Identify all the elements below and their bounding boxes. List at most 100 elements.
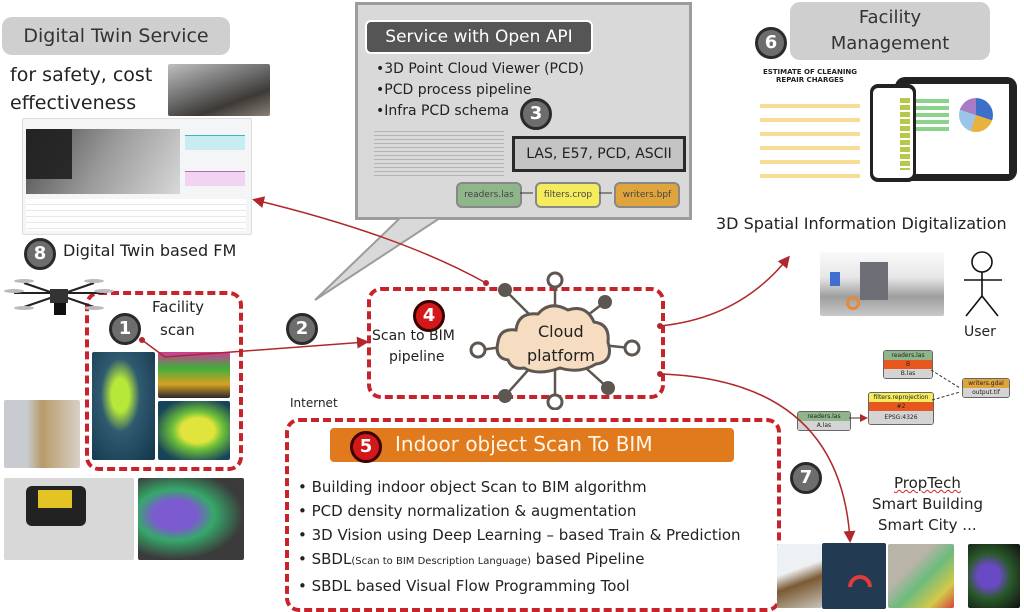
city-donut-widget: [846, 296, 860, 310]
cloud-label-2: platform: [527, 346, 595, 365]
flow-node-writer-gdal: writers.gdal output.tif: [962, 378, 1010, 398]
point-cloud-interior: [158, 352, 230, 398]
iot-device-photo: [777, 544, 822, 608]
flow-node-mid: B: [884, 360, 932, 369]
sbdl-prefix: SBDL: [311, 550, 352, 568]
flow-node-foot: B.las: [884, 369, 932, 378]
flow-node-foot: A.las: [798, 421, 850, 430]
step-badge-7: 7: [790, 462, 822, 494]
smart-building-label: Smart Building: [872, 495, 983, 513]
slam-map-photo: [138, 478, 244, 560]
drone-icon: [4, 279, 114, 315]
arrow-cloud-to-facility: [659, 255, 790, 327]
collapsed-building-photo: [168, 64, 270, 116]
pipeline-node-filter: filters.crop: [535, 182, 601, 208]
city-building-block: [860, 262, 888, 300]
dashboard-layer-panel: [26, 129, 72, 179]
cleaning-estimate-document: ESTIMATE OF CLEANING REPAIR CHARGES: [760, 68, 860, 198]
flow-node-title: filters.reprojection: [869, 393, 933, 402]
flow-edge: [931, 391, 961, 401]
indoor-bullet-text: Building indoor object Scan to BIM algor…: [311, 478, 647, 496]
digital-twin-dashboard-screenshot: [22, 118, 252, 235]
facility-scan-title-2: scan: [160, 321, 195, 339]
flow-node-title: writers.gdal: [963, 379, 1009, 388]
satellite-city-photo: [968, 544, 1020, 608]
indoor-bullet: • PCD density normalization & augmentati…: [298, 502, 637, 520]
node-dot: [498, 283, 512, 297]
open-api-bullet: •PCD process pipeline: [376, 82, 532, 98]
step-badge-6: 6: [755, 27, 787, 59]
indoor-scan-title: Indoor object Scan To BIM: [395, 432, 653, 456]
flow-node-readers-b: readers.las B B.las: [883, 350, 933, 379]
pipeline-node-reader: readers.las: [456, 182, 522, 208]
estimate-title-2: REPAIR CHARGES: [776, 76, 844, 84]
node-dot: [601, 381, 615, 395]
open-api-bullet: •Infra PCD schema: [376, 103, 510, 119]
flow-node-readers-a: readers.las A.las: [797, 411, 851, 431]
indoor-bullet: • SBDL(Scan to BIM Description Language)…: [298, 550, 645, 568]
sbdl-expansion: (Scan to BIM Description Language): [351, 556, 531, 567]
phone-screen: [873, 88, 913, 178]
proptech-label: PropTech: [894, 474, 961, 492]
facility-scan-title-1: Facility: [152, 298, 204, 316]
open-api-bullet: •3D Point Cloud Viewer (PCD): [376, 61, 585, 77]
monitoring-app-photo: [822, 543, 886, 609]
indoor-scan-bullets: • Building indoor object Scan to BIM alg…: [298, 475, 741, 598]
indoor-bullet-text: 3D Vision using Deep Learning – based Tr…: [311, 526, 741, 544]
node-dot: [546, 393, 564, 410]
pipeline-node-writer: writers.bpf: [614, 182, 680, 208]
user-stick-figure-icon: [964, 251, 1002, 317]
node-dot: [623, 339, 641, 357]
node-dot: [469, 341, 487, 359]
indoor-bullet-text: PCD density normalization & augmentation: [311, 502, 637, 520]
step-badge-3: 3: [520, 98, 552, 130]
robot-top-panel: [38, 490, 72, 508]
aerial-heatmap-photo: [888, 544, 954, 608]
internet-label: Internet: [290, 396, 338, 410]
step-badge-8: 8: [24, 238, 56, 270]
indoor-bullet-text: SBDL based Visual Flow Programming Tool: [311, 577, 630, 595]
gauge-widget: [848, 575, 872, 587]
point-cloud-room: [158, 401, 230, 460]
flow-node-title: readers.las: [884, 351, 932, 360]
phone-device: [870, 84, 916, 182]
indoor-bullet-text: based Pipeline: [535, 550, 645, 568]
user-label: User: [964, 324, 996, 340]
phone-status-list: [900, 98, 910, 170]
facility-management-header: Facility Management: [790, 2, 990, 60]
facility-management-title-2: Management: [830, 33, 950, 54]
open-api-header: Service with Open API: [365, 20, 593, 54]
node-dot: [598, 295, 612, 309]
digital-twin-service-header: Digital Twin Service: [2, 17, 230, 55]
cloud-label-1: Cloud: [538, 322, 584, 341]
digital-twin-fm-caption: Digital Twin based FM: [63, 241, 237, 260]
flow-node-title: readers.las: [798, 412, 850, 421]
digital-twin-subtitle-1: for safety, cost: [10, 64, 153, 86]
smart-city-label: Smart City ...: [878, 516, 977, 534]
formats-box: LAS, E57, PCD, ASCII: [512, 136, 686, 172]
corridor-robot-photo: [4, 400, 80, 468]
scan-to-bim-pipeline-2: pipeline: [389, 349, 445, 365]
open-api-bullets: •3D Point Cloud Viewer (PCD) •PCD proces…: [376, 59, 584, 122]
tablet-screen: [903, 84, 1009, 174]
flow-node-foot: EPSG:4326: [869, 411, 933, 424]
node-dot: [498, 389, 512, 403]
spatial-digitalization-caption: 3D Spatial Information Digitalization: [716, 214, 1007, 233]
dashboard-table: [26, 199, 246, 231]
indoor-bullet: • 3D Vision using Deep Learning – based …: [298, 526, 741, 544]
step-badge-2: 2: [286, 313, 318, 345]
point-cloud-building: [92, 352, 155, 460]
mobile-robot-photo: [4, 478, 134, 560]
node-dot: [546, 271, 564, 289]
city-heatmap-widget: [830, 272, 840, 286]
digital-twin-subtitle-2: effectiveness: [10, 92, 137, 114]
schema-code-snippet: [374, 128, 504, 178]
flow-node-foot: output.tif: [963, 388, 1009, 397]
flow-edge: [930, 369, 961, 389]
indoor-bullet: • Building indoor object Scan to BIM alg…: [298, 478, 647, 496]
flow-node-mid: #2: [869, 402, 933, 411]
indoor-bullet: • SBDL based Visual Flow Programming Too…: [298, 577, 630, 595]
facility-management-title-1: Facility: [858, 7, 922, 28]
tablet-pie-chart: [959, 98, 993, 132]
scan-to-bim-pipeline-1: Scan to BIM: [372, 328, 455, 344]
